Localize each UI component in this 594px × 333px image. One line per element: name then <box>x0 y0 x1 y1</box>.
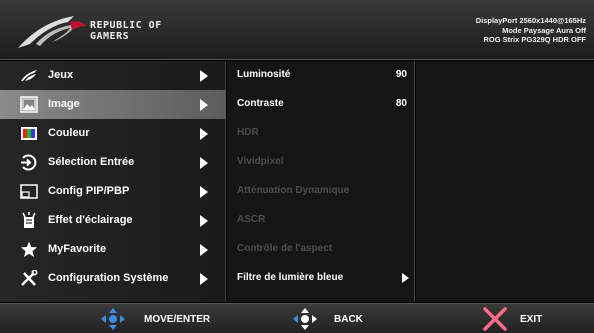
osd-footer: MOVE/ENTER BACK EXIT <box>0 303 594 333</box>
close-icon <box>483 307 507 331</box>
exit-label: EXIT <box>520 314 543 325</box>
chevron-right-icon <box>200 157 208 169</box>
submenu-item-ascr: ASCR <box>227 206 415 235</box>
menu-item-jeux[interactable]: Jeux <box>0 61 226 90</box>
menu-item-label: Jeux <box>48 69 74 81</box>
menu-item-myfavorite[interactable]: MyFavorite <box>0 235 226 264</box>
submenu-item-label: Atténuation Dynamique <box>237 185 350 196</box>
joystick-icon <box>101 308 125 330</box>
submenu-item-filtre-lumiere-bleue[interactable]: Filtre de lumière bleue <box>227 264 415 293</box>
submenu-item-vividpixel: Vividpixel <box>227 148 415 177</box>
chevron-right-icon <box>402 273 409 283</box>
submenu-item-contraste[interactable]: Contraste 80 <box>227 90 415 119</box>
brand-line2: GAMERS <box>90 31 130 42</box>
chevron-right-icon <box>200 244 208 256</box>
menu-item-effet-eclairage[interactable]: Effet d'éclairage <box>0 206 226 235</box>
menu-item-label: Configuration Système <box>48 272 169 284</box>
submenu-item-label: Filtre de lumière bleue <box>237 272 344 283</box>
status-line1: DisplayPort 2560x1440@165Hz <box>475 16 586 25</box>
chevron-right-icon <box>200 215 208 227</box>
submenu-item-label: Contraste <box>237 98 284 109</box>
osd-header: REPUBLIC OF GAMERS DisplayPort 2560x1440… <box>0 0 594 60</box>
input-select-icon <box>21 154 37 171</box>
star-icon <box>21 241 37 257</box>
back-hint: BACK <box>292 304 382 333</box>
image-icon <box>20 96 38 113</box>
osd-menu: REPUBLIC OF GAMERS DisplayPort 2560x1440… <box>0 0 594 333</box>
chevron-right-icon <box>200 186 208 198</box>
rog-eye-icon <box>21 70 37 81</box>
submenu-item-label: Contrôle de l'aspect <box>237 243 333 254</box>
menu-item-label: Sélection Entrée <box>48 156 135 168</box>
brightness-value: 90 <box>395 69 407 80</box>
chevron-right-icon <box>200 70 208 82</box>
joystick-left-icon <box>293 308 317 330</box>
lighting-icon <box>22 212 36 228</box>
menu-item-label: Effet d'éclairage <box>48 214 133 226</box>
detail-panel <box>416 61 594 302</box>
pip-icon <box>20 184 38 199</box>
submenu-item-label: ASCR <box>237 214 266 225</box>
menu-item-config-pip[interactable]: Config PIP/PBP <box>0 177 226 206</box>
main-menu: Jeux Image Couleur Sélection Entrée Conf… <box>0 61 226 302</box>
submenu-item-label: Luminosité <box>237 69 291 80</box>
status-line2: Mode Paysage Aura Off <box>502 25 586 35</box>
chevron-right-icon <box>200 273 208 285</box>
submenu-item-label: HDR <box>237 127 259 138</box>
color-icon <box>21 127 37 140</box>
back-label: BACK <box>334 314 363 325</box>
menu-item-selection-entree[interactable]: Sélection Entrée <box>0 148 226 177</box>
submenu-item-controle-aspect: Contrôle de l'aspect <box>227 235 415 264</box>
submenu-item-hdr: HDR <box>227 119 415 148</box>
chevron-right-icon <box>200 128 208 140</box>
menu-item-configuration-systeme[interactable]: Configuration Système <box>0 264 226 293</box>
submenu-item-attenuation-dynamique: Atténuation Dynamique <box>227 177 415 206</box>
chevron-right-icon <box>200 99 208 111</box>
menu-item-label: MyFavorite <box>48 243 107 255</box>
exit-hint: EXIT <box>482 304 562 333</box>
menu-item-label: Config PIP/PBP <box>48 185 130 197</box>
contrast-value: 80 <box>395 98 407 109</box>
submenu-item-label: Vividpixel <box>237 156 284 167</box>
rog-logo-icon <box>18 16 86 48</box>
submenu-item-luminosite[interactable]: Luminosité 90 <box>227 61 415 90</box>
move-enter-label: MOVE/ENTER <box>144 314 211 325</box>
status-line3: ROG Strix PG329Q HDR OFF <box>483 35 586 44</box>
menu-item-couleur[interactable]: Couleur <box>0 119 226 148</box>
move-enter-hint: MOVE/ENTER <box>100 304 230 333</box>
menu-item-image[interactable]: Image <box>0 90 226 119</box>
brand-text: REPUBLIC OF GAMERS <box>90 20 162 42</box>
menu-item-label: Couleur <box>48 127 90 139</box>
brand-line1: REPUBLIC OF <box>90 20 162 31</box>
menu-item-label: Image <box>48 98 80 110</box>
tools-icon <box>21 270 38 286</box>
status-info: DisplayPort 2560x1440@165Hz Mode Paysage… <box>476 16 586 45</box>
submenu-image: Luminosité 90 Contraste 80 HDR Vividpixe… <box>227 61 415 302</box>
